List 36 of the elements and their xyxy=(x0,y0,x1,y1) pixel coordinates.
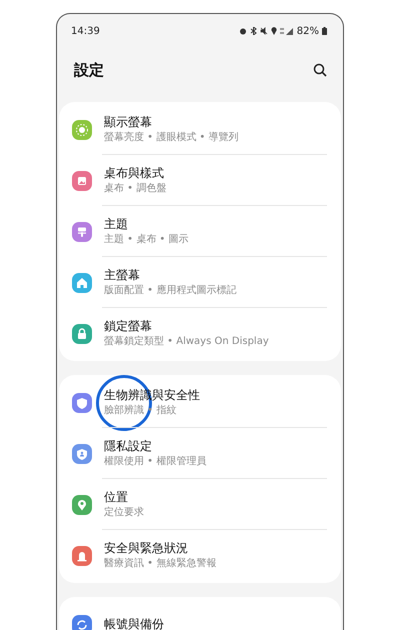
item-subtitle: 主題 • 桌布 • 圖示 xyxy=(104,234,189,246)
item-title: 顯示螢幕 xyxy=(104,115,153,130)
settings-item[interactable]: 帳號與備份 xyxy=(59,599,341,630)
item-subtitle: 螢幕鎖定類型 • Always On Display xyxy=(104,336,269,348)
item-subtitle: 版面配置 • 應用程式圖示標記 xyxy=(104,285,236,297)
settings-item[interactable]: 桌布與樣式 桌布 • 調色盤 xyxy=(59,155,341,206)
bluetooth-icon xyxy=(250,27,257,35)
item-title: 隱私設定 xyxy=(104,439,153,454)
signal-icon xyxy=(280,27,294,35)
settings-item[interactable]: 主螢幕 版面配置 • 應用程式圖示標記 xyxy=(59,257,341,308)
item-subtitle: 臉部辨識 • 指紋 xyxy=(104,405,178,417)
item-title: 鎖定螢幕 xyxy=(104,319,153,334)
settings-item[interactable]: 顯示螢幕 螢幕亮度 • 護眼模式 • 導覽列 xyxy=(59,104,341,155)
item-title: 桌布與樣式 xyxy=(104,166,165,181)
status-time: 14:39 xyxy=(71,26,100,36)
item-title: 主螢幕 xyxy=(104,268,141,283)
item-subtitle: 螢幕亮度 • 護眼模式 • 導覽列 xyxy=(104,132,239,144)
item-title: 帳號與備份 xyxy=(104,617,164,630)
item-title: 安全與緊急狀況 xyxy=(104,541,189,556)
settings-item[interactable]: 安全與緊急狀況 醫療資訊 • 無線緊急警報 xyxy=(59,530,341,581)
search-icon[interactable] xyxy=(313,63,327,77)
battery-icon xyxy=(322,27,327,35)
settings-item[interactable]: 鎖定螢幕 螢幕鎖定類型 • Always On Display xyxy=(59,308,341,359)
settings-item[interactable]: 隱私設定 權限使用 • 權限管理員 xyxy=(59,428,341,479)
item-title: 主題 xyxy=(104,217,129,232)
location-icon xyxy=(270,27,277,35)
settings-item[interactable]: 主題 主題 • 桌布 • 圖示 xyxy=(59,206,341,257)
settings-item[interactable]: 位置 定位要求 xyxy=(59,479,341,530)
item-subtitle: 醫療資訊 • 無線緊急警報 xyxy=(104,558,216,570)
mute-icon xyxy=(260,27,268,35)
item-subtitle: 定位要求 xyxy=(104,507,144,519)
battery-percent: 82% xyxy=(296,26,319,36)
item-title: 位置 xyxy=(104,490,129,505)
item-subtitle: 權限使用 • 權限管理員 xyxy=(104,456,206,468)
page-title: 設定 xyxy=(74,60,104,80)
item-subtitle: 桌布 • 調色盤 xyxy=(104,183,166,195)
